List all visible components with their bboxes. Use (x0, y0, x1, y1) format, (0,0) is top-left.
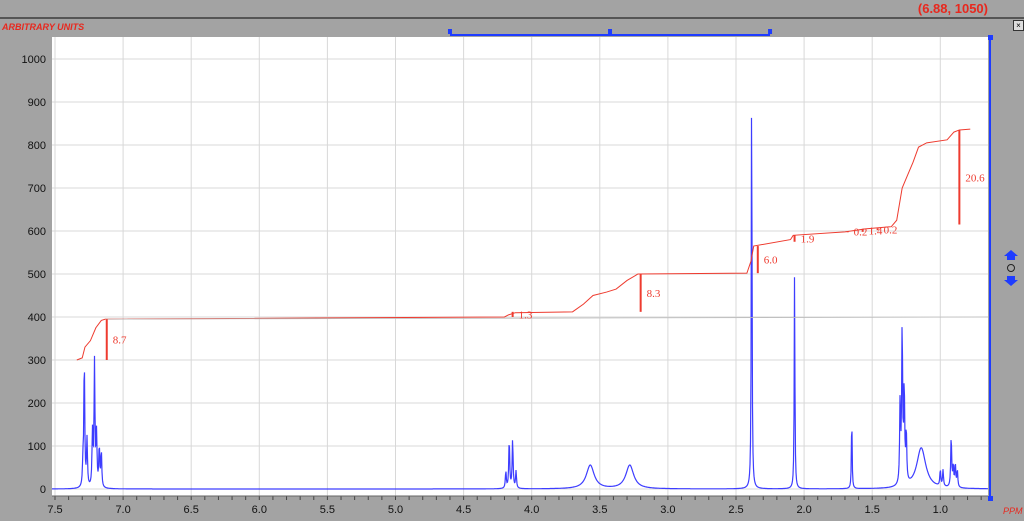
x-tick-label: 7.0 (115, 504, 130, 516)
y-tick-label: 800 (28, 140, 46, 152)
y-tick-label: 900 (28, 97, 46, 109)
plot-area (52, 37, 988, 496)
x-tick-label: 6.5 (184, 504, 199, 516)
scale-handle[interactable] (988, 35, 993, 40)
y-tick-label: 700 (28, 183, 46, 195)
x-tick-label: 2.5 (728, 504, 743, 516)
x-tick-label: 7.5 (47, 504, 62, 516)
scale-handle[interactable] (988, 496, 993, 501)
integral-label: 0.2 (854, 227, 868, 239)
x-tick-label: 3.0 (660, 504, 675, 516)
x-tick-label: 6.0 (252, 504, 267, 516)
integral-label: 20.6 (965, 172, 985, 184)
x-tick-label: 5.0 (388, 504, 403, 516)
range-selector-handle[interactable] (447, 29, 452, 34)
integral-label: 1.4 (869, 225, 883, 237)
y-tick-label: 200 (28, 398, 46, 410)
y-tick-label: 400 (28, 312, 46, 324)
integral-label: 0.2 (884, 224, 898, 236)
y-tick-label: 300 (28, 355, 46, 367)
range-selector-handle[interactable] (768, 29, 773, 34)
y-tick-label: 500 (28, 269, 46, 281)
integral-label: 8.7 (113, 335, 127, 347)
integral-label: 1.9 (801, 234, 815, 246)
integral-label: 8.3 (647, 288, 661, 300)
y-tick-label: 600 (28, 226, 46, 238)
x-tick-label: 4.0 (524, 504, 539, 516)
x-tick-label: 1.0 (933, 504, 948, 516)
x-tick-label: 5.5 (320, 504, 335, 516)
y-tick-label: 1000 (22, 54, 46, 66)
integral-label: 1.3 (519, 309, 533, 321)
x-tick-label: 2.0 (796, 504, 811, 516)
x-tick-label: 1.5 (865, 504, 880, 516)
x-tick-label: 4.5 (456, 504, 471, 516)
nmr-spectrum-chart[interactable]: 7.5 7.0 6.5 6.0 5.5 5.0 4.5 4.0 3.5 3.0 2.5 2.0 1.5 1… (0, 0, 1024, 521)
scale-down-arrow-icon[interactable] (1004, 276, 1018, 286)
integral-label: 6.0 (764, 255, 778, 267)
scale-up-arrow-icon[interactable] (1004, 250, 1018, 260)
range-selector-handle[interactable] (608, 29, 613, 34)
y-tick-label: 100 (28, 441, 46, 453)
y-tick-label: 0 (40, 484, 46, 496)
x-tick-label: 3.5 (592, 504, 607, 516)
reset-scale-icon[interactable] (1007, 264, 1015, 272)
